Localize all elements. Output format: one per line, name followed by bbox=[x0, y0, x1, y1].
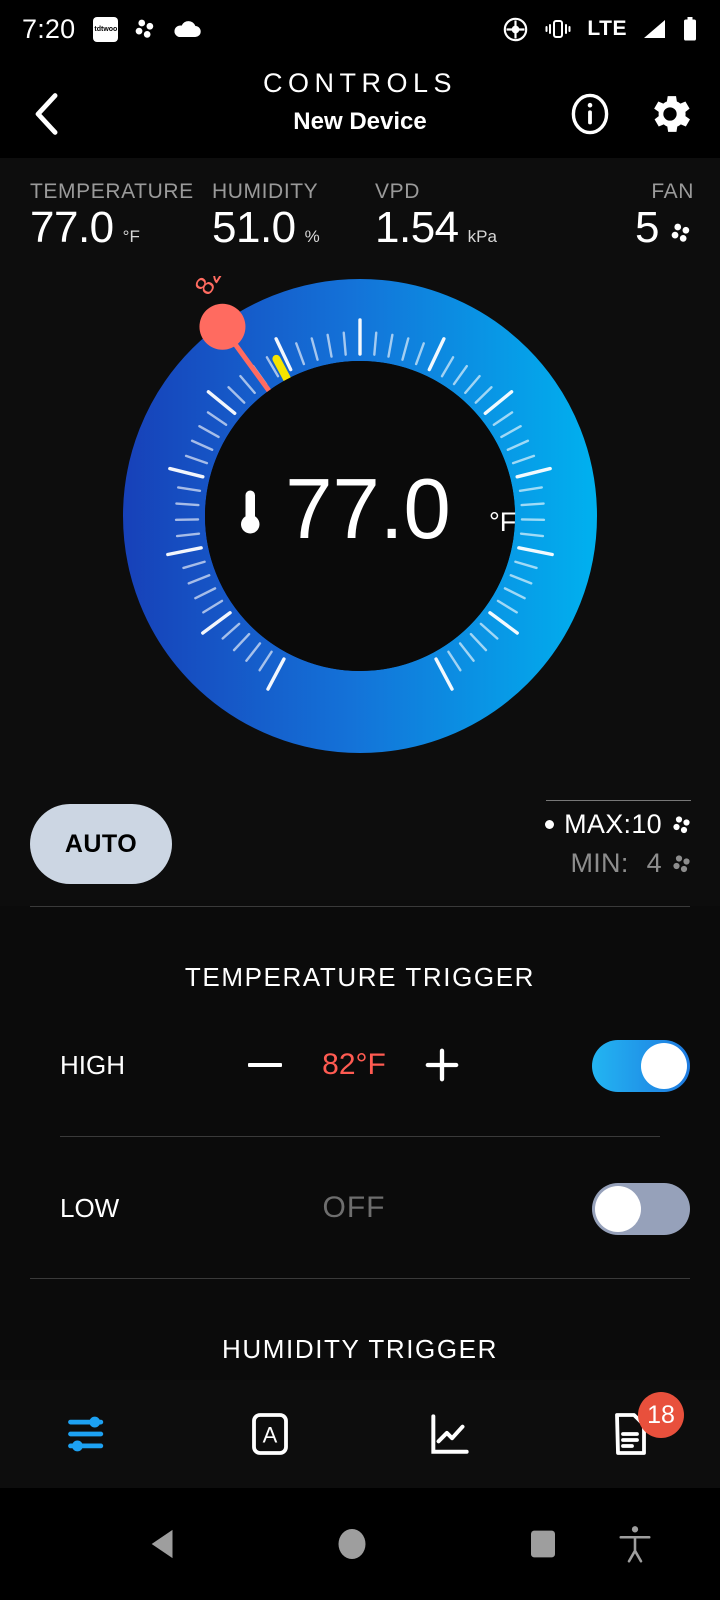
nav-home-button[interactable] bbox=[317, 1509, 387, 1579]
settings-button[interactable] bbox=[644, 88, 696, 140]
info-icon bbox=[571, 93, 609, 135]
high-value[interactable]: 82°F bbox=[294, 1035, 414, 1095]
sidebar-item-auto[interactable]: A bbox=[180, 1380, 360, 1488]
readout-temperature-unit: °F bbox=[122, 227, 140, 246]
sidebar-item-chart[interactable] bbox=[360, 1380, 540, 1488]
section-divider-top bbox=[30, 906, 690, 907]
status-time: 7:20 bbox=[22, 13, 76, 44]
network-type-label: LTE bbox=[587, 17, 627, 40]
bullet-icon bbox=[545, 820, 555, 829]
status-bar: 7:20 tdtwoo LTE bbox=[0, 0, 720, 58]
min-speed-value: 4 bbox=[646, 848, 662, 878]
plus-icon bbox=[425, 1048, 459, 1082]
high-label: HIGH bbox=[60, 1050, 125, 1080]
temperature-low-row: LOW OFF bbox=[0, 1178, 720, 1238]
auto-mode-label: AUTO bbox=[64, 829, 138, 858]
temperature-trigger-title: TEMPERATURE TRIGGER bbox=[184, 962, 536, 992]
location-icon bbox=[504, 17, 528, 41]
log-badge: 18 bbox=[638, 1392, 684, 1438]
sidebar-item-log[interactable]: 18 bbox=[540, 1380, 720, 1488]
svg-text:A: A bbox=[263, 1423, 278, 1448]
readout-humidity-value: 51.0 bbox=[212, 203, 296, 252]
fan-icon bbox=[671, 223, 690, 242]
max-speed-label: MAX: bbox=[564, 809, 632, 839]
info-button[interactable] bbox=[564, 88, 616, 140]
readout-temperature-label: TEMPERATURE bbox=[30, 180, 194, 203]
battery-icon bbox=[684, 17, 696, 41]
app-icon: tdtwoo bbox=[93, 16, 119, 42]
readout-humidity-label: HUMIDITY bbox=[212, 180, 319, 203]
nav-accessibility-button[interactable] bbox=[600, 1509, 670, 1579]
toggle-knob bbox=[641, 1043, 687, 1089]
fan-mode-row: AUTO MAX: 10 MIN: 4 bbox=[0, 788, 720, 906]
readout-temperature: TEMPERATURE 77.0 °F bbox=[30, 180, 194, 250]
gear-icon bbox=[654, 96, 690, 132]
section-divider-bottom bbox=[30, 1278, 690, 1279]
readout-fan: FAN 5 bbox=[635, 180, 694, 250]
trigger-row-divider bbox=[60, 1136, 660, 1137]
low-trigger-toggle[interactable] bbox=[592, 1183, 690, 1235]
readout-vpd: VPD 1.54 kPa bbox=[375, 180, 497, 250]
letter-a-box-icon: A bbox=[252, 1413, 288, 1455]
circle-home-icon bbox=[338, 1529, 366, 1559]
readout-humidity-unit: % bbox=[304, 227, 320, 246]
auto-mode-button[interactable]: AUTO bbox=[30, 804, 172, 884]
high-trigger-toggle[interactable] bbox=[592, 1040, 690, 1092]
temperature-high-row: HIGH 82°F bbox=[0, 1035, 720, 1095]
limits-divider bbox=[546, 800, 691, 801]
nav-back-button[interactable] bbox=[130, 1509, 200, 1579]
gauge-center-unit: °F bbox=[489, 507, 516, 537]
fan-icon bbox=[136, 19, 154, 38]
gauge-center-value: 77.0 bbox=[285, 462, 450, 557]
readout-humidity: HUMIDITY 51.0 % bbox=[212, 180, 320, 250]
sensor-readout-strip: TEMPERATURE 77.0 °F HUMIDITY 51.0 % VPD … bbox=[0, 158, 720, 268]
toggle-knob bbox=[595, 1186, 641, 1232]
readout-temperature-value: 77.0 bbox=[30, 203, 114, 252]
high-decrement-button[interactable] bbox=[243, 1050, 287, 1080]
readout-vpd-label: VPD bbox=[375, 180, 420, 203]
minus-icon bbox=[248, 1063, 282, 1067]
app-header: CONTROLS New Device bbox=[0, 58, 720, 158]
line-chart-icon bbox=[431, 1414, 469, 1454]
sliders-icon bbox=[68, 1416, 104, 1452]
low-value[interactable]: OFF bbox=[294, 1178, 414, 1238]
bottom-tab-bar: A 18 bbox=[0, 1380, 720, 1488]
high-increment-button[interactable] bbox=[420, 1043, 464, 1087]
fan-icon bbox=[673, 854, 690, 872]
android-nav-bar bbox=[0, 1488, 720, 1600]
readout-vpd-unit: kPa bbox=[467, 227, 497, 246]
max-speed-value: 10 bbox=[631, 809, 662, 839]
readout-vpd-value: 1.54 bbox=[375, 203, 459, 252]
app-screen: 7:20 tdtwoo LTE CONTROLS New Device TEMP… bbox=[0, 0, 720, 1600]
readout-fan-value: 5 bbox=[635, 203, 659, 252]
app-icon-label: tdtwoo bbox=[94, 25, 118, 33]
cloud-icon bbox=[174, 21, 202, 38]
humidity-trigger-title: HUMIDITY TRIGGER bbox=[222, 1334, 498, 1364]
nav-recents-button[interactable] bbox=[508, 1509, 578, 1579]
low-label: LOW bbox=[60, 1193, 120, 1223]
status-right-icons: LTE bbox=[502, 16, 698, 43]
readout-fan-label: FAN bbox=[651, 180, 694, 203]
vibrate-icon bbox=[545, 20, 571, 38]
triangle-back-icon bbox=[151, 1529, 173, 1559]
fan-speed-limits: MAX: 10 MIN: 4 bbox=[534, 800, 694, 879]
min-speed-row[interactable]: MIN: 4 bbox=[534, 848, 694, 879]
signal-icon bbox=[644, 20, 665, 38]
temperature-gauge-panel: 82°F 77.0 °F bbox=[0, 268, 720, 788]
sidebar-item-controls[interactable] bbox=[0, 1380, 180, 1488]
status-left-icons: tdtwoo bbox=[93, 16, 202, 42]
accessibility-icon bbox=[619, 1526, 651, 1563]
min-speed-label: MIN: bbox=[570, 848, 629, 878]
max-speed-row[interactable]: MAX: 10 bbox=[534, 809, 694, 840]
square-recents-icon bbox=[531, 1530, 555, 1558]
fan-icon bbox=[673, 815, 690, 833]
temperature-gauge[interactable]: 82°F 77.0 °F bbox=[120, 276, 600, 756]
